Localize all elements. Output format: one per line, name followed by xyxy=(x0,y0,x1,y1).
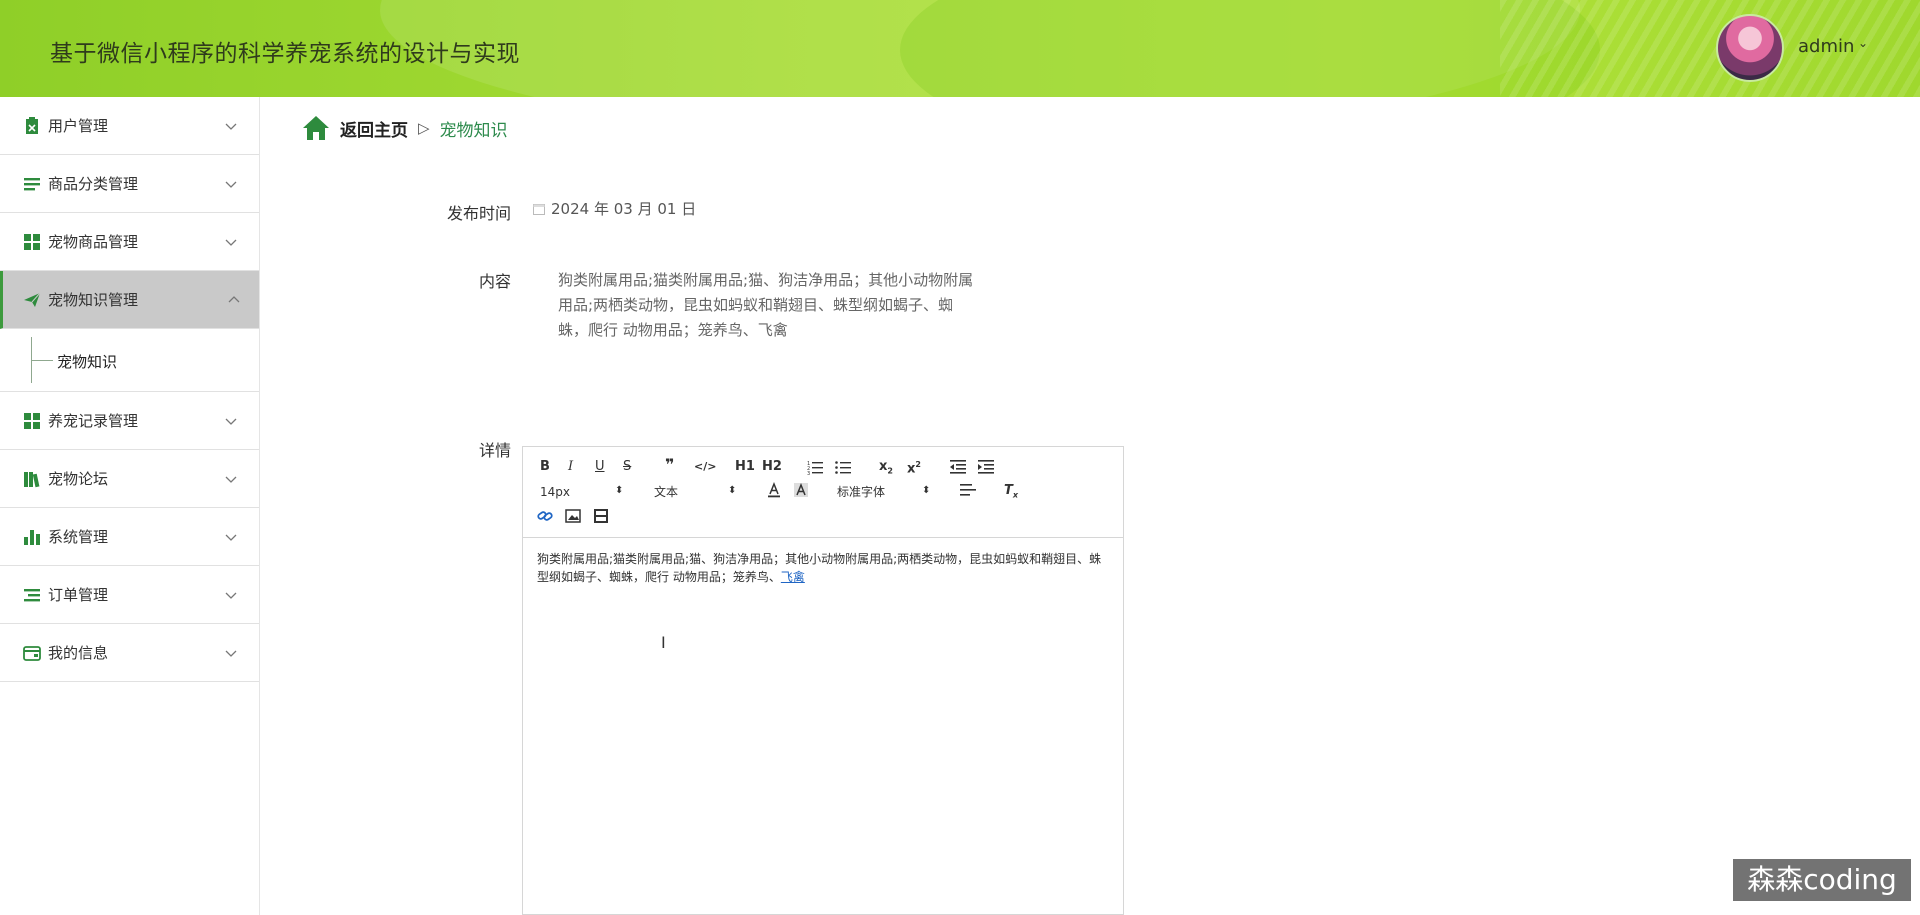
heading2-button[interactable]: H2 xyxy=(762,459,782,475)
sidebar-item-order-management[interactable]: 订单管理 xyxy=(0,566,259,624)
sidebar-item-pet-records-management[interactable]: 养宠记录管理 xyxy=(0,392,259,450)
detail-label: 详情 xyxy=(479,441,512,460)
superscript-button[interactable]: x2 xyxy=(907,457,921,477)
underline-button[interactable]: U xyxy=(595,459,605,475)
background-color-icon[interactable] xyxy=(793,482,809,498)
paper-plane-icon xyxy=(24,292,41,307)
chevron-down-icon xyxy=(225,418,237,425)
content-value: 狗类附属用品;猫类附属用品;猫、狗洁净用品；其他小动物附属用品;两栖类动物，昆虫… xyxy=(558,271,974,339)
bullet-list-icon[interactable] xyxy=(835,459,851,475)
avatar[interactable] xyxy=(1716,14,1784,82)
chevron-down-icon xyxy=(225,181,237,188)
block-format-select[interactable]: 文本 xyxy=(654,484,678,500)
sidebar-item-label: 用户管理 xyxy=(48,117,109,135)
sidebar-item-label: 宠物知识管理 xyxy=(48,291,139,309)
editor-body-link[interactable]: 飞禽 xyxy=(781,570,805,584)
header-decoration xyxy=(900,0,1600,97)
top-header: 基于微信小程序的科学养宠系统的设计与实现 admin ⌄ xyxy=(0,0,1920,97)
ordered-list-icon[interactable]: 123 xyxy=(807,459,823,475)
sidebar-item-system-management[interactable]: 系统管理 xyxy=(0,508,259,566)
align-left-icon[interactable] xyxy=(960,482,976,498)
svg-text:3: 3 xyxy=(807,471,810,475)
breadcrumb-current: 宠物知识 xyxy=(439,120,508,141)
sidebar-item-my-info[interactable]: 我的信息 xyxy=(0,624,259,682)
rich-text-editor[interactable]: B I U S ❞ </> H1 H2 123 x2 x2 14px ⬍ 文本 … xyxy=(522,446,1124,915)
app-title: 基于微信小程序的科学养宠系统的设计与实现 xyxy=(50,41,520,67)
outdent-icon[interactable] xyxy=(950,459,966,475)
clear-format-button[interactable]: Tx xyxy=(1004,483,1018,504)
strikethrough-button[interactable]: S xyxy=(623,459,631,475)
font-color-icon[interactable] xyxy=(766,482,782,498)
font-size-select[interactable]: 14px xyxy=(540,484,570,500)
bold-button[interactable]: B xyxy=(540,459,550,475)
sidebar-item-label: 养宠记录管理 xyxy=(48,412,139,430)
books-icon xyxy=(24,471,40,487)
sidebar-item-user-management[interactable]: 用户管理 xyxy=(0,97,259,155)
font-family-select[interactable]: 标准字体 xyxy=(837,484,885,500)
breadcrumb-separator: ▷ xyxy=(418,119,430,137)
sidebar-item-label: 宠物论坛 xyxy=(48,470,109,488)
code-block-button[interactable]: </> xyxy=(694,459,716,475)
sidebar-item-label: 商品分类管理 xyxy=(48,175,139,193)
editor-body-text: 狗类附属用品;猫类附属用品;猫、狗洁净用品；其他小动物附属用品;两栖类动物，昆虫… xyxy=(537,552,1102,584)
publish-time-value: 2024 年 03 月 01 日 xyxy=(551,200,697,218)
sidebar-item-pet-forum[interactable]: 宠物论坛 xyxy=(0,450,259,508)
grid-icon xyxy=(24,412,40,429)
editor-content[interactable]: 狗类附属用品;猫类附属用品;猫、狗洁净用品；其他小动物附属用品;两栖类动物，昆虫… xyxy=(537,550,1112,586)
sidebar-subitem-pet-knowledge[interactable]: 宠物知识 xyxy=(0,329,259,392)
calendar-icon xyxy=(533,203,545,215)
editor-toolbar: B I U S ❞ </> H1 H2 123 x2 x2 14px ⬍ 文本 … xyxy=(523,447,1123,538)
subscript-button[interactable]: x2 xyxy=(879,459,893,480)
sidebar-item-category-management[interactable]: 商品分类管理 xyxy=(0,155,259,213)
heading1-button[interactable]: H1 xyxy=(735,459,755,475)
select-arrows-icon: ⬍ xyxy=(615,485,624,496)
indent-icon[interactable] xyxy=(978,459,994,475)
sidebar-item-pet-goods-management[interactable]: 宠物商品管理 xyxy=(0,213,259,271)
list-icon xyxy=(24,588,40,601)
user-menu[interactable]: admin ⌄ xyxy=(1680,12,1920,82)
chevron-down-icon[interactable]: ⌄ xyxy=(1858,36,1868,50)
tree-line xyxy=(31,360,53,361)
grid-icon xyxy=(24,233,40,250)
select-arrows-icon: ⬍ xyxy=(728,485,737,496)
sidebar-item-label: 宠物商品管理 xyxy=(48,233,139,251)
italic-button[interactable]: I xyxy=(568,459,573,475)
user-badge-icon xyxy=(26,116,38,134)
sidebar: 用户管理 商品分类管理 宠物商品管理 宠物知识管理 宠物知识 养宠记录管理 宠物… xyxy=(0,97,260,915)
chevron-down-icon xyxy=(225,534,237,541)
publish-time-label: 发布时间 xyxy=(447,204,512,223)
link-icon[interactable] xyxy=(537,508,553,524)
publish-time-field[interactable]: 2024 年 03 月 01 日 xyxy=(533,198,696,219)
back-home-link[interactable]: 返回主页 xyxy=(340,116,408,141)
image-icon[interactable] xyxy=(565,508,581,524)
sidebar-item-label: 订单管理 xyxy=(48,586,109,604)
blockquote-button[interactable]: ❞ xyxy=(665,457,674,473)
watermark: 森森coding xyxy=(1733,859,1911,901)
list-icon xyxy=(24,177,40,190)
sidebar-item-label: 系统管理 xyxy=(48,528,109,546)
breadcrumb: 返回主页 ▷ 宠物知识 xyxy=(302,113,508,143)
select-arrows-icon: ⬍ xyxy=(922,485,931,496)
chevron-down-icon xyxy=(225,239,237,246)
user-name[interactable]: admin xyxy=(1798,36,1854,57)
sidebar-subitem-label: 宠物知识 xyxy=(57,353,118,371)
video-icon[interactable] xyxy=(593,508,609,524)
chevron-up-icon xyxy=(228,295,240,302)
bar-chart-icon xyxy=(24,529,40,545)
home-icon[interactable] xyxy=(302,115,330,141)
content-label: 内容 xyxy=(479,272,512,291)
sidebar-item-label: 我的信息 xyxy=(48,644,109,662)
text-cursor-icon: I xyxy=(661,633,666,652)
chevron-down-icon xyxy=(225,123,237,130)
chevron-down-icon xyxy=(225,476,237,483)
sidebar-item-pet-knowledge-management[interactable]: 宠物知识管理 xyxy=(0,271,259,329)
chevron-down-icon xyxy=(225,592,237,599)
chevron-down-icon xyxy=(225,650,237,657)
wallet-icon xyxy=(23,645,41,661)
